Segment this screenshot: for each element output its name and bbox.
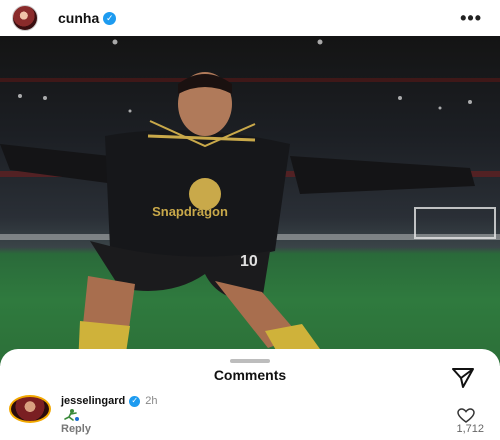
post-image: Snapdragon 10 xyxy=(0,36,500,366)
avatar[interactable] xyxy=(12,5,38,31)
comment-author-row: jesselingard ✓ 2h xyxy=(61,395,157,407)
more-options-button[interactable]: ••• xyxy=(460,8,488,29)
like-count: 1,712 xyxy=(456,423,484,435)
post-username[interactable]: cunha xyxy=(58,10,99,26)
comments-title: Comments xyxy=(213,367,287,383)
football-kick-emoji-icon xyxy=(64,409,79,421)
avatar[interactable] xyxy=(9,395,51,423)
paper-plane-icon[interactable] xyxy=(451,367,475,389)
post-header: cunha ✓ ••• xyxy=(0,0,500,36)
verified-badge-icon: ✓ xyxy=(103,11,117,25)
comment-username[interactable]: jesselingard xyxy=(61,395,125,407)
comments-sheet: Comments jesselingard ✓ 2h Reply 1,712 xyxy=(0,349,500,440)
post-photo-drawing: Snapdragon 10 xyxy=(0,39,500,366)
sheet-grabber-handle[interactable] xyxy=(230,359,270,363)
comment-timestamp: 2h xyxy=(145,395,158,407)
reply-button[interactable]: Reply xyxy=(61,423,91,435)
shirt-number-text: 10 xyxy=(240,253,258,270)
comment-item: jesselingard ✓ 2h Reply 1,712 xyxy=(0,392,500,440)
kit-sponsor-text: Snapdragon xyxy=(152,204,228,219)
heart-icon[interactable] xyxy=(457,408,475,423)
verified-badge-icon: ✓ xyxy=(129,395,141,407)
